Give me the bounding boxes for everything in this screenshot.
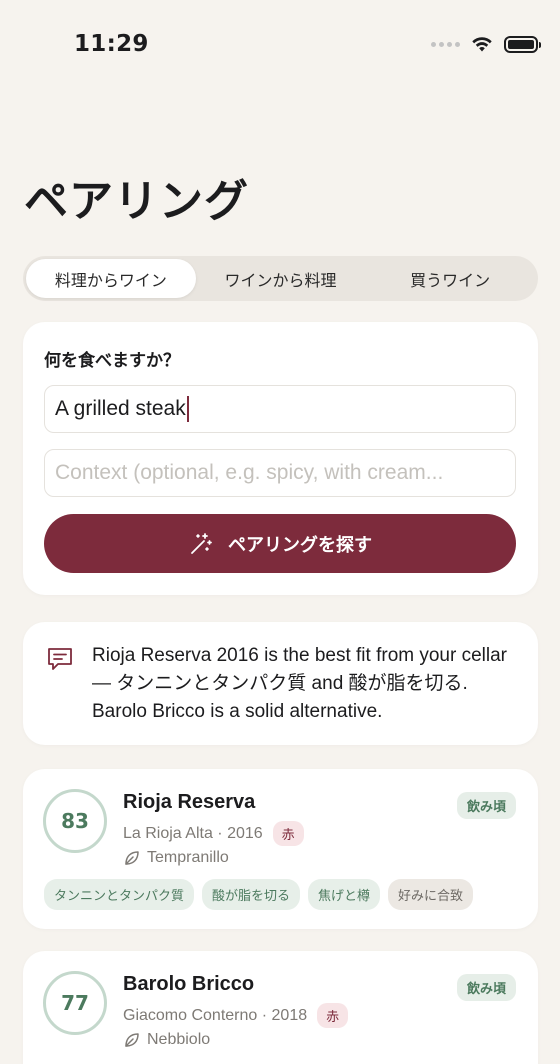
magic-wand-icon bbox=[191, 532, 212, 554]
dish-input-value: A grilled steak bbox=[55, 397, 186, 420]
tab-food-to-wine[interactable]: 料理からワイン bbox=[26, 259, 196, 298]
wine-producer: Giacomo Conterno bbox=[123, 1006, 258, 1024]
pairing-tag: 酸が脂を切る bbox=[202, 879, 301, 910]
leaf-icon bbox=[125, 1033, 139, 1047]
query-card: 何を食べますか？ A grilled steak Context (option… bbox=[23, 322, 538, 595]
wine-result-card[interactable]: 83 Rioja Reserva La Rioja Alta · 2016 赤 … bbox=[23, 769, 538, 929]
wine-name: Rioja Reserva bbox=[123, 791, 256, 813]
drink-status-badge: 飲み頃 bbox=[456, 974, 516, 1001]
pairing-tags: タンニンとタンパク質 酸が脂を切る 焦げと樽 好みに合致 bbox=[44, 879, 474, 910]
battery-icon bbox=[504, 35, 541, 53]
wine-producer: La Rioja Alta bbox=[123, 824, 213, 842]
drink-status-badge: 飲み頃 bbox=[456, 792, 516, 819]
wine-meta: Giacomo Conterno · 2018 赤 bbox=[123, 1003, 349, 1028]
wine-vintage: 2018 bbox=[271, 1006, 308, 1024]
wine-grape: Tempranillo bbox=[123, 849, 229, 867]
dish-input[interactable]: A grilled steak bbox=[44, 385, 516, 433]
page-title: ペアリング bbox=[24, 176, 249, 227]
wine-grape-label: Tempranillo bbox=[147, 849, 229, 866]
preference-tag: 好みに合致 bbox=[388, 879, 474, 910]
find-pairing-label: ペアリングを探す bbox=[228, 534, 372, 556]
text-caret bbox=[186, 396, 189, 422]
pairing-tag: タンニンとタンパク質 bbox=[44, 879, 195, 910]
pairing-tag: 焦げと樽 bbox=[308, 879, 381, 910]
summary-card: Rioja Reserva 2016 is the best fit from … bbox=[23, 622, 538, 745]
tab-wine-to-buy[interactable]: 買うワイン bbox=[365, 259, 535, 298]
wine-color-badge: 赤 bbox=[317, 1003, 349, 1028]
context-input[interactable]: Context (optional, e.g. spicy, with crea… bbox=[44, 449, 516, 497]
score-ring: 83 bbox=[43, 789, 107, 853]
find-pairing-button[interactable]: ペアリングを探す bbox=[44, 514, 516, 573]
wine-color-badge: 赤 bbox=[272, 821, 304, 846]
status-time: 11:29 bbox=[74, 31, 149, 57]
mode-tabs: 料理からワイン ワインから料理 買うワイン bbox=[23, 256, 538, 301]
wifi-icon bbox=[472, 37, 492, 52]
wine-name: Barolo Bricco bbox=[123, 973, 255, 995]
summary-text: Rioja Reserva 2016 is the best fit from … bbox=[92, 645, 508, 722]
score-ring: 77 bbox=[43, 971, 107, 1035]
wine-vintage: 2016 bbox=[227, 824, 263, 842]
signal-icon bbox=[431, 41, 460, 47]
status-icons bbox=[431, 35, 541, 53]
chat-bubble-icon bbox=[48, 648, 72, 670]
wine-meta: La Rioja Alta · 2016 赤 bbox=[123, 821, 304, 846]
query-label: 何を食べますか？ bbox=[44, 351, 180, 371]
status-bar: 11:29 bbox=[0, 0, 560, 90]
leaf-icon bbox=[125, 851, 139, 865]
context-input-placeholder: Context (optional, e.g. spicy, with crea… bbox=[55, 461, 444, 484]
tab-wine-to-food[interactable]: ワインから料理 bbox=[196, 259, 366, 298]
wine-grape: Nebbiolo bbox=[123, 1031, 210, 1049]
wine-result-card[interactable]: 77 Barolo Bricco Giacomo Conterno · 2018… bbox=[23, 951, 538, 1064]
wine-grape-label: Nebbiolo bbox=[147, 1031, 211, 1048]
